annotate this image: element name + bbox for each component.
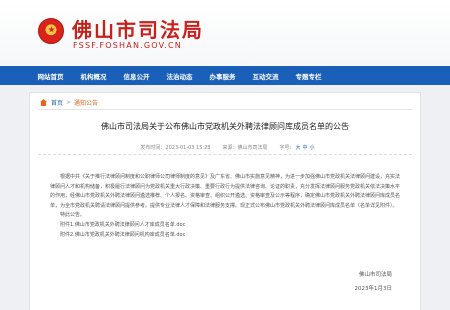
breadcrumb-home[interactable]: 首页 (51, 98, 63, 107)
article-meta: 发布时间：2023-01-03 15:28 来源：佛山市司法局 字号： 大 中 … (30, 144, 420, 151)
meta-divider (38, 154, 412, 155)
main-nav: 网站首页 机构概况 信息公开 法治动态 办事服务 互动交流 专题专栏 (0, 66, 450, 85)
font-size-medium[interactable]: 中 (303, 144, 308, 151)
attachment-link-2[interactable]: 附件2.佛山市党政机关外聘法律顾问机构库成员名单.doc (50, 231, 402, 241)
site-header: 佛山市司法局 FSSF.FOSHAN.GOV.CN (0, 0, 450, 66)
article-body: 根据中共《关于推行法律顾问制度和公职律师公司律师制度的意见》及广东省、佛山市实施… (50, 173, 402, 240)
nav-item-topics[interactable]: 专题专栏 (287, 66, 330, 85)
national-emblem-icon (38, 18, 64, 44)
breadcrumb-separator: > (66, 99, 72, 106)
breadcrumb-divider (38, 109, 412, 110)
signature-org: 佛山市司法局 (358, 272, 392, 278)
article-source: 来源：佛山市司法局 (222, 145, 268, 151)
nav-item-info-disclosure[interactable]: 信息公开 (115, 66, 158, 85)
article-paragraph: 根据中共《关于推行法律顾问制度和公职律师公司律师制度的意见》及广东省、佛山市实施… (50, 174, 401, 209)
nav-item-services[interactable]: 办事服务 (201, 66, 244, 85)
nav-item-news[interactable]: 法治动态 (158, 66, 201, 85)
attachment-link-1[interactable]: 附件1.佛山市党政机关外聘法律顾问人才库成员名单.doc (50, 221, 402, 231)
nav-item-home[interactable]: 网站首页 (29, 66, 72, 85)
home-icon (40, 99, 47, 106)
article-panel: 首页 > 通知公告 佛山市司法局关于公布佛山市党政机关外聘法律顾问库成员名单的公… (29, 92, 421, 310)
breadcrumb: 首页 > 通知公告 (40, 98, 98, 107)
font-size-label: 字号： (279, 145, 295, 151)
breadcrumb-current[interactable]: 通知公告 (74, 98, 98, 107)
publish-date: 发布时间：2023-01-03 15:28 (140, 145, 211, 151)
site-url: FSSF.FOSHAN.GOV.CN (73, 41, 182, 50)
site-title[interactable]: 佛山市司法局 (72, 14, 204, 43)
article-title: 佛山市司法局关于公布佛山市党政机关外聘法律顾问库成员名单的公告 (101, 122, 349, 131)
special-notice: 特此公告。 (60, 212, 86, 219)
font-size-large[interactable]: 大 (296, 144, 301, 151)
nav-item-interaction[interactable]: 互动交流 (244, 66, 287, 85)
font-size-small[interactable]: 小 (310, 144, 315, 151)
nav-item-about[interactable]: 机构概况 (72, 66, 115, 85)
signature-date: 2023年1月3日 (354, 286, 393, 292)
